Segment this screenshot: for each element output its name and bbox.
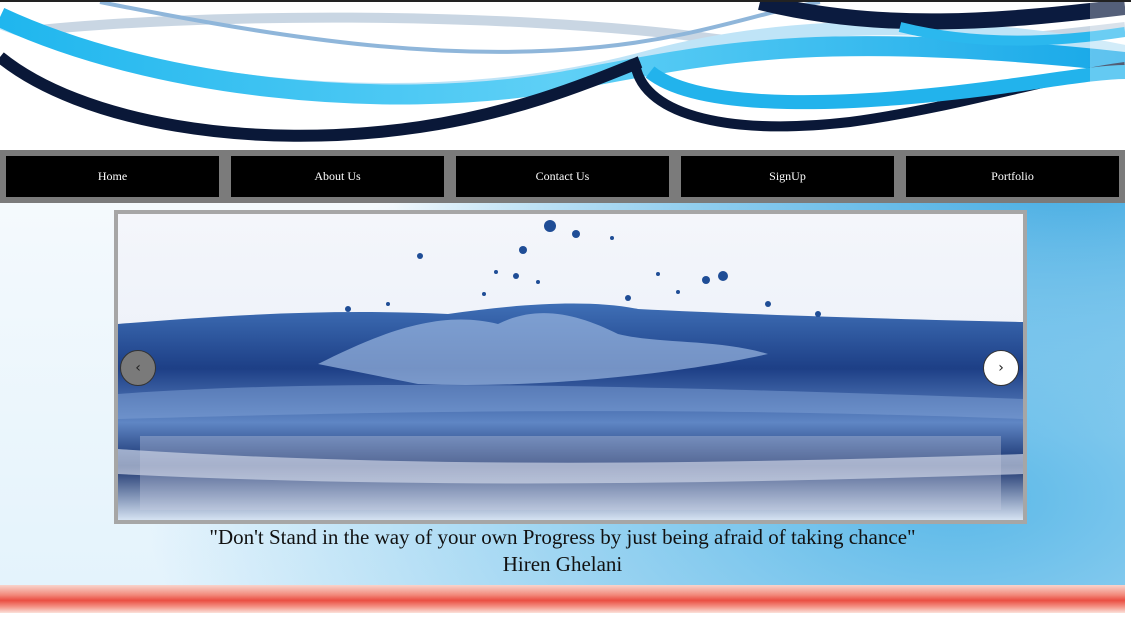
nav-home-label: Home [97,169,128,183]
slide-caption-box [140,436,1001,510]
main-nav: Home About Us Contact Us SignUp Portfoli… [0,150,1125,203]
nav-home[interactable]: Home [6,156,219,197]
nav-portfolio-label: Portfolio [991,169,1034,183]
header-banner [0,0,1127,150]
nav-contact-us[interactable]: Contact Us [456,156,669,197]
image-slider: ‹ › [114,210,1027,524]
footer-strip [0,585,1125,613]
quote-block: "Don't Stand in the way of your own Prog… [0,524,1125,578]
nav-signup[interactable]: SignUp [681,156,894,197]
slider-next-button[interactable]: › [983,350,1019,386]
chevron-left-icon: ‹ [135,360,141,376]
wave-banner-graphic [0,0,1127,150]
quote-text: "Don't Stand in the way of your own Prog… [209,525,916,549]
nav-contact-us-label: Contact Us [535,169,590,183]
slider-prev-button[interactable]: ‹ [120,350,156,386]
nav-about-us-label: About Us [314,169,361,183]
nav-portfolio[interactable]: Portfolio [906,156,1119,197]
chevron-right-icon: › [998,360,1004,376]
quote-author: Hiren Ghelani [502,552,623,576]
nav-signup-label: SignUp [769,169,806,183]
nav-about-us[interactable]: About Us [231,156,444,197]
water-splash-image [118,214,1023,520]
